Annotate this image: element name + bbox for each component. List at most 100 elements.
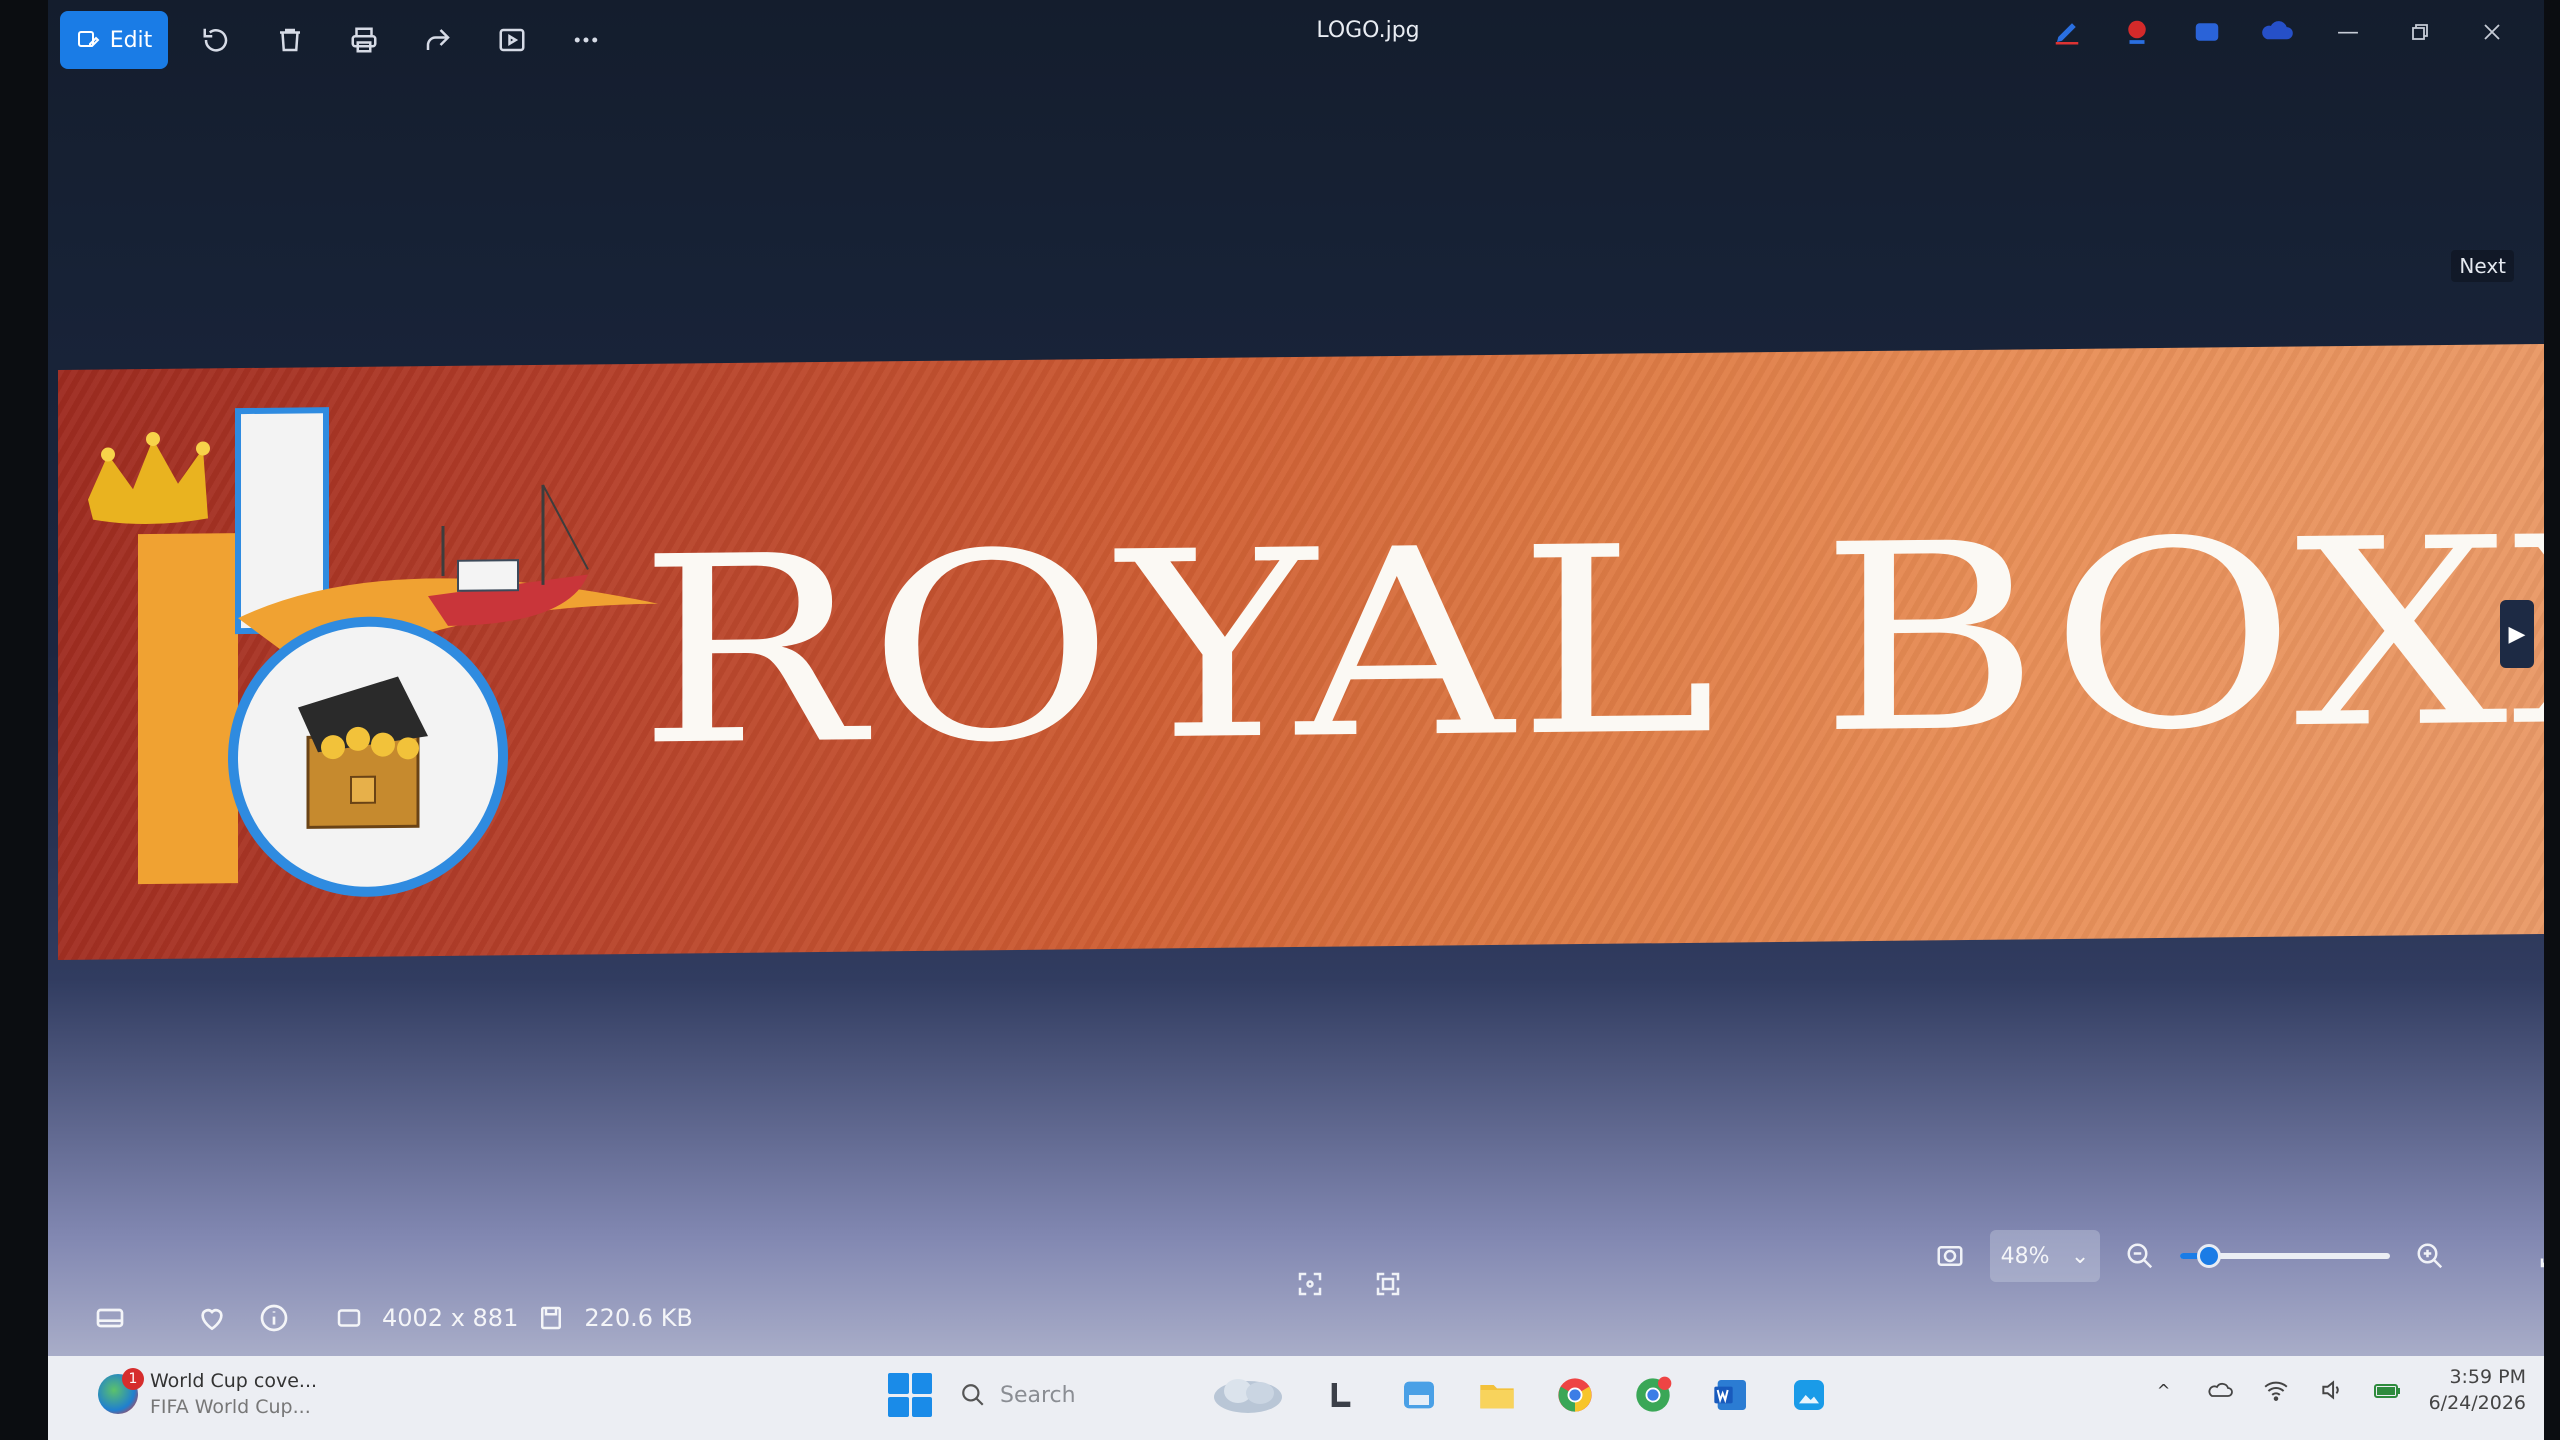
window-title: LOGO.jpg — [1316, 18, 1420, 43]
logo-image: ROYAL BOXX — [58, 343, 2544, 961]
windows-logo-pane — [911, 1396, 932, 1417]
heart-icon — [201, 1308, 223, 1331]
zoom-level-dropdown[interactable]: 48% ⌄ — [1990, 1230, 2100, 1282]
wifi-tray-button[interactable] — [2261, 1375, 2291, 1405]
zoom-slider-thumb[interactable] — [2197, 1244, 2222, 1268]
share-icon — [426, 29, 450, 50]
taskbar-clock[interactable]: 3:59 PM 6/24/2026 — [2429, 1364, 2526, 1416]
screen-bezel-right — [2544, 0, 2560, 1440]
restore-button[interactable] — [2398, 10, 2442, 54]
taskbar-app-word[interactable] — [1706, 1370, 1756, 1420]
zoom-slider[interactable] — [2180, 1244, 2390, 1268]
zoom-out-button[interactable] — [2118, 1234, 2162, 1278]
search-icon — [962, 1384, 984, 1406]
screen-bezel-left — [0, 0, 48, 1440]
blue-app-icon — [2195, 23, 2219, 41]
notification-badge: 1 — [122, 1368, 144, 1390]
zoom-in-button[interactable] — [2408, 1234, 2452, 1278]
start-button[interactable] — [888, 1373, 932, 1417]
widget-subtitle: FIFA World Cup... — [150, 1396, 311, 1418]
extension-pen-button[interactable] — [2046, 11, 2088, 53]
minimize-button[interactable]: — — [2326, 10, 2370, 54]
taskbar-app-copilot[interactable] — [1208, 1370, 1288, 1420]
file-size-icon — [536, 1296, 566, 1340]
delete-button[interactable] — [264, 14, 316, 66]
compare-button[interactable] — [1928, 1234, 1972, 1278]
close-button[interactable] — [2470, 10, 2514, 54]
search-placeholder: Search — [1000, 1382, 1076, 1408]
volume-tray-button[interactable] — [2317, 1375, 2347, 1405]
more-icon — [574, 37, 598, 43]
taskbar-app-chrome-profile[interactable] — [1628, 1370, 1678, 1420]
system-tray: ^ 3:59 PM 6/24/2026 — [2149, 1364, 2526, 1416]
onedrive-tray-button[interactable] — [2205, 1375, 2235, 1405]
taskbar-app-l[interactable] — [1316, 1370, 1366, 1420]
taskbar-app-file-explorer[interactable] — [1472, 1370, 1522, 1420]
brand-name-text: ROYAL BOXX — [638, 480, 2544, 803]
zoom-in-icon — [2417, 1243, 2443, 1269]
clock-time: 3:59 PM — [2449, 1366, 2526, 1388]
onedrive-icon — [2208, 1382, 2233, 1397]
world-cup-widget-icon: 1 — [98, 1368, 144, 1414]
share-button[interactable] — [412, 14, 464, 66]
minimize-icon: — — [2337, 19, 2359, 45]
widget-title: World Cup cove... — [150, 1370, 318, 1392]
speaker-icon — [2321, 1380, 2339, 1400]
delete-icon — [280, 28, 300, 52]
show-hidden-icons-button[interactable]: ^ — [2149, 1375, 2179, 1405]
slideshow-button[interactable] — [486, 14, 538, 66]
chrome-profile-icon — [1636, 1376, 1672, 1412]
print-icon — [351, 27, 377, 53]
more-options-button[interactable] — [560, 14, 612, 66]
taskbar-search[interactable]: Search — [960, 1370, 1180, 1420]
print-button[interactable] — [338, 14, 390, 66]
windows-logo-pane — [888, 1373, 909, 1394]
image-file-size: 220.6 KB — [584, 1304, 693, 1332]
photos-app-window: Edit LOGO.jpg — Next ROYAL BOXX ▶ 48% ⌄ … — [48, 0, 2544, 1440]
taskbar-app-news[interactable] — [1394, 1370, 1444, 1420]
rotate-icon — [203, 28, 228, 52]
info-icon — [260, 1304, 288, 1332]
royal-boxx-logo-mark — [88, 407, 658, 897]
windows-logo-pane — [911, 1373, 932, 1394]
news-widget[interactable]: 1 World Cup cove... FIFA World Cup... — [98, 1368, 317, 1420]
chrome-icon — [1558, 1378, 1592, 1412]
battery-tray-button[interactable] — [2373, 1375, 2403, 1405]
close-icon — [2484, 24, 2500, 40]
clock-date: 6/24/2026 — [2428, 1392, 2526, 1414]
edit-image-icon — [77, 31, 100, 47]
expand-icon — [2540, 1258, 2544, 1268]
cloud-icon — [2262, 21, 2293, 40]
edit-button-label: Edit — [109, 27, 153, 53]
file-info-button[interactable] — [252, 1296, 296, 1340]
crown-icon — [88, 432, 210, 525]
taskbar-center: Search — [888, 1370, 1834, 1420]
filmstrip-button[interactable] — [88, 1296, 132, 1340]
slideshow-icon — [499, 28, 525, 52]
rotate-button[interactable] — [190, 14, 242, 66]
battery-icon — [2373, 1384, 2400, 1398]
restore-icon — [2412, 24, 2428, 40]
edit-button[interactable]: Edit — [60, 11, 168, 69]
extension-blue-button[interactable] — [2186, 11, 2228, 53]
news-app-icon — [1404, 1381, 1434, 1409]
widget-text: World Cup cove... FIFA World Cup... — [150, 1368, 317, 1420]
pen-icon — [2055, 23, 2079, 45]
extension-cloud-button[interactable] — [2256, 11, 2298, 53]
zoom-controls: 48% ⌄ — [1928, 1230, 2544, 1282]
next-image-button[interactable]: ▶ — [2500, 600, 2534, 668]
fullscreen-button[interactable] — [2530, 1234, 2544, 1278]
title-bar-right: — — [2046, 10, 2514, 54]
image-dimensions: 4002 x 881 — [382, 1304, 519, 1332]
favorite-button[interactable] — [190, 1296, 234, 1340]
zoom-out-icon — [2127, 1243, 2153, 1269]
extension-red-button[interactable] — [2116, 11, 2158, 53]
cloud-image-icon — [1214, 1379, 1282, 1413]
word-icon — [1714, 1380, 1746, 1410]
filmstrip-icon — [96, 1308, 124, 1328]
next-tooltip: Next — [2451, 250, 2514, 282]
image-info-bar: 4002 x 881 220.6 KB — [48, 1280, 1488, 1356]
taskbar-app-chrome[interactable] — [1550, 1370, 1600, 1420]
taskbar-app-photos[interactable] — [1784, 1370, 1834, 1420]
folder-icon — [1480, 1385, 1514, 1409]
